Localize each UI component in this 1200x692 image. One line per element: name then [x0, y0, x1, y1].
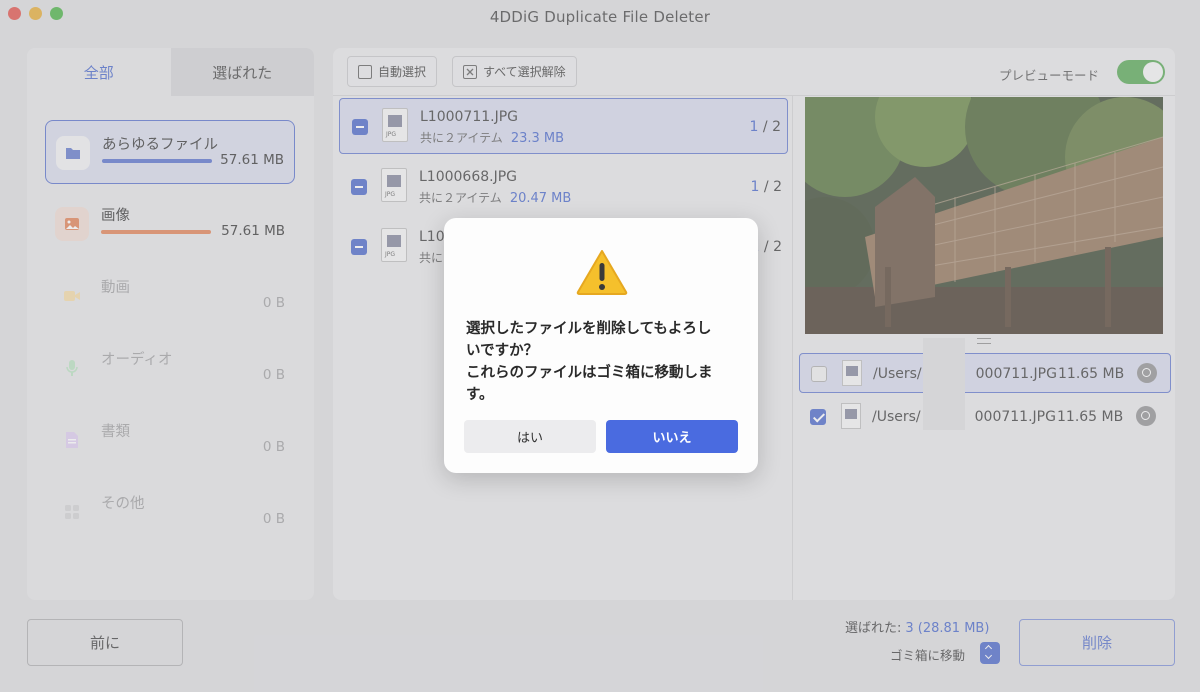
dialog-message-line: これらのファイルはゴミ箱に移動しま: [466, 365, 713, 381]
dialog-message-line: いですか？: [466, 343, 539, 359]
dialog-message-line: す。: [466, 387, 494, 403]
confirm-delete-dialog: 選択したファイルを削除してもよろし いですか？ これらのファイルはゴミ箱に移動し…: [444, 218, 758, 473]
yes-button[interactable]: はい: [464, 420, 596, 453]
warning-icon: [575, 248, 629, 296]
app-window: 4DDiG Duplicate File Deleter 全部 選ばれた あらゆ…: [0, 0, 1200, 692]
dialog-message: 選択したファイルを削除してもよろし いですか？ これらのファイルはゴミ箱に移動し…: [466, 318, 741, 406]
dialog-message-line: 選択したファイルを削除してもよろし: [466, 321, 712, 337]
no-button[interactable]: いいえ: [606, 420, 738, 453]
